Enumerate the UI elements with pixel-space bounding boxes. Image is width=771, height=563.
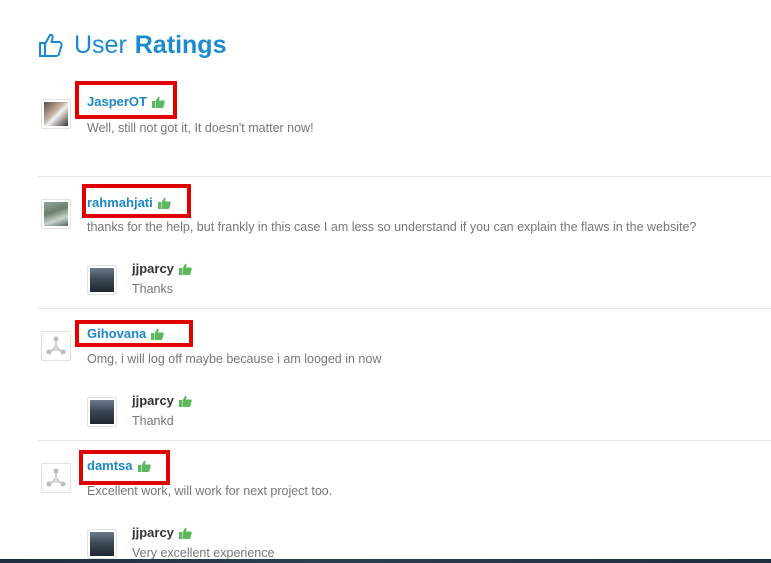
reply-comment: Thankd [132,414,174,428]
divider [38,308,771,309]
reply-user-name[interactable]: jjparcy [132,525,192,540]
reply-avatar[interactable] [87,397,117,427]
reply-comment: Very excellent experience [132,546,275,560]
thumbs-up-icon [178,527,192,539]
thumbs-up-icon [178,395,192,407]
thumbs-up-icon [151,328,165,340]
reply-user-name-text: jjparcy [132,261,174,276]
default-user-icon [46,336,66,355]
rating-user-name[interactable]: damtsa [87,458,151,473]
user-name-text: Gihovana [87,326,147,341]
rating-user-name[interactable]: JasperOT [87,94,165,109]
reply-user-name[interactable]: jjparcy [132,261,192,276]
reply-user-name-text: jjparcy [132,525,174,540]
reply-avatar[interactable] [87,265,117,295]
rating-comment: Excellent work, will work for next proje… [87,484,333,498]
reply-comment: Thanks [132,282,173,296]
avatar[interactable] [41,99,71,129]
rating-user-name[interactable]: rahmahjati [87,195,171,210]
reply-avatar[interactable] [87,529,117,559]
rating-user-name[interactable]: Gihovana [87,326,165,341]
divider [38,176,771,177]
divider [38,440,771,441]
default-avatar[interactable] [41,331,71,361]
user-name-text: JasperOT [87,94,147,109]
reply-user-name[interactable]: jjparcy [132,393,192,408]
thumbs-up-icon [157,197,171,209]
thumbs-up-icon [137,460,151,472]
avatar[interactable] [41,199,71,229]
section-header: User Ratings [38,28,226,62]
reply-user-name-text: jjparcy [132,393,174,408]
user-name-text: rahmahjati [87,195,153,210]
default-avatar[interactable] [41,463,71,493]
rating-comment: thanks for the help, but frankly in this… [87,220,697,234]
page-title-light: User [74,30,127,59]
thumbs-up-icon [39,33,63,57]
thumbs-up-icon [151,96,165,108]
user-name-text: damtsa [87,458,133,473]
rating-comment: Omg, i will log off maybe because i am l… [87,352,382,366]
default-user-icon [46,468,66,487]
bottom-bar [0,559,771,563]
rating-comment: Well, still not got it, It doesn't matte… [87,121,314,135]
page-title-bold: Ratings [134,30,227,59]
thumbs-up-icon [178,263,192,275]
